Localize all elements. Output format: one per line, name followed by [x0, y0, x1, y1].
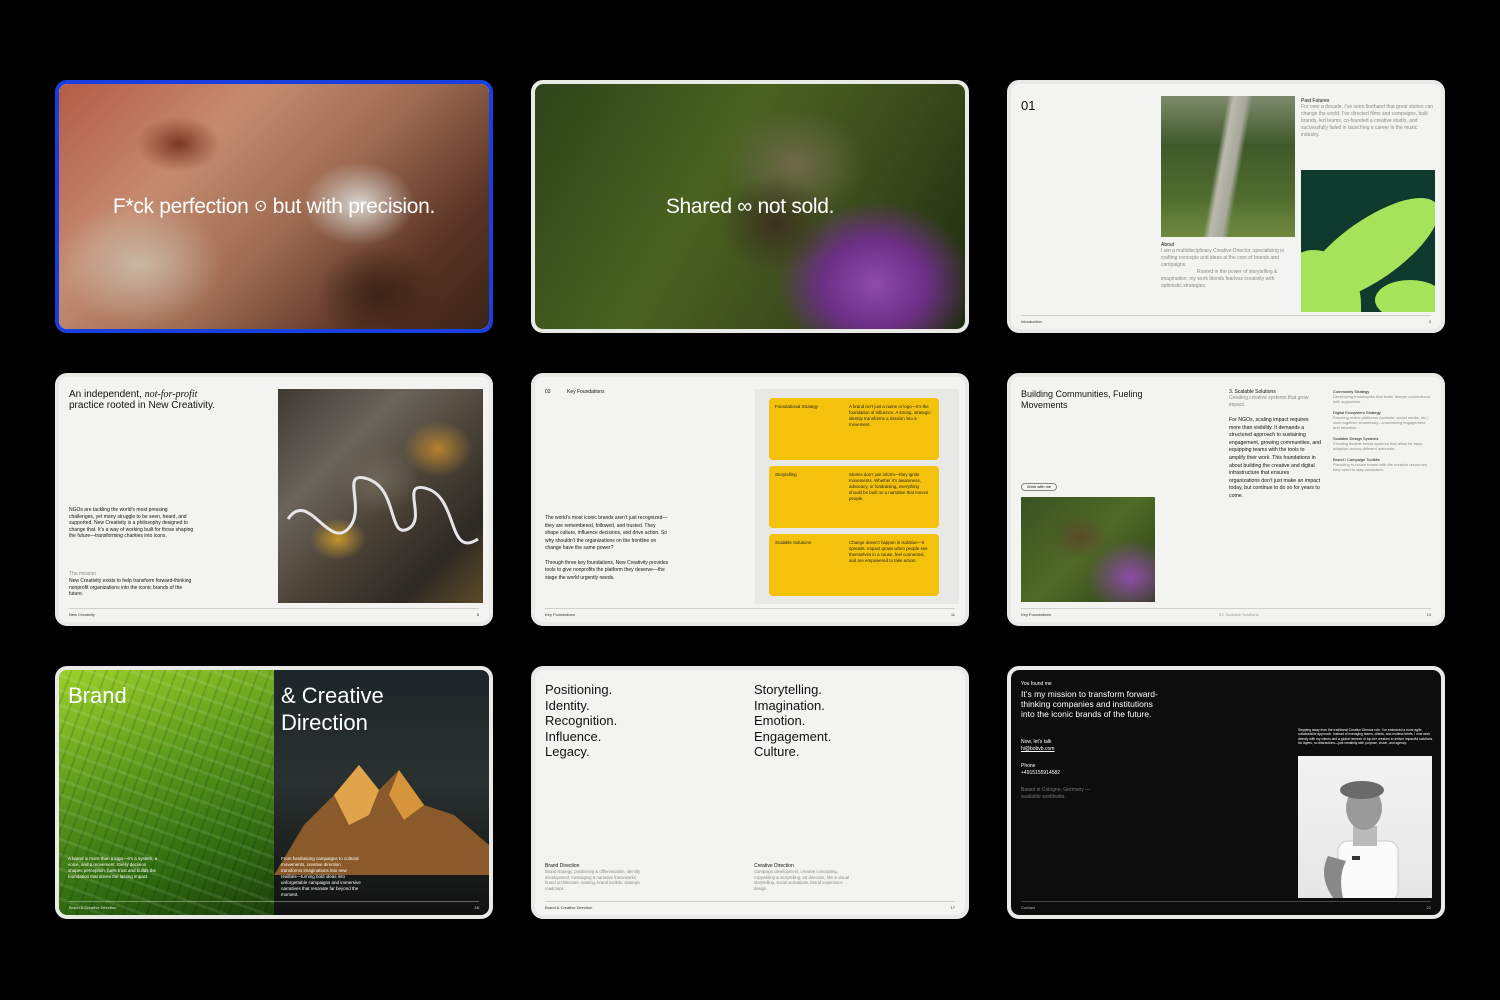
creative-direction-word: & Creative Direction [281, 683, 384, 735]
slide-thumbnail-6[interactable]: Building Communities, Fueling Movements … [1007, 373, 1445, 626]
brand-body: A brand is more than a logo—it’s a syste… [68, 856, 158, 879]
brand-direction-block: Brand Direction Brand strategy, position… [545, 863, 641, 891]
list-item: Community Strategy Developing frameworks … [1333, 389, 1430, 404]
brand-values-list: Positioning. Identity. Recognition. Infl… [545, 682, 618, 759]
foundation-card-strategy: Foundational Strategy A brand isn’t just… [769, 398, 939, 460]
foundation-card-storytelling: Storytelling Stories don’t just inform—t… [769, 466, 939, 528]
slide-thumbnail-7[interactable]: Brand & Creative Direction A brand is mo… [55, 666, 493, 919]
infinity-icon: ∞ [737, 194, 752, 218]
winding-road-aerial-photo [278, 389, 483, 603]
work-with-me-button[interactable]: Work with me [1021, 483, 1058, 491]
contact-email-block: Now, let’s talk hi@bobvb.com [1021, 739, 1055, 753]
slide-title: Key Foundations [567, 389, 605, 395]
slide-thumbnail-4[interactable]: An independent, not-for-profit practice … [55, 373, 493, 626]
slide-headline: F*ck perfection ⊙ but with precision. [112, 194, 436, 218]
slide-footer: Key Foundations 11 [545, 608, 955, 617]
slide-footer: Brand & Creative Direction 17 [545, 901, 955, 910]
slide-footer: New Creativity 8 [69, 608, 479, 617]
slide-footer: Brand & Creative Direction 16 [69, 901, 479, 910]
creative-values-list: Storytelling. Imagination. Emotion. Enga… [754, 682, 832, 759]
forest-road-photo [1161, 96, 1295, 237]
slide-thumbnail-2[interactable]: Shared ∞ not sold. [531, 80, 969, 333]
slide-footer: Key Foundations 03. Scalable Solutions 1… [1021, 608, 1431, 617]
section-number: 01 [1021, 98, 1036, 113]
slide-thumbnail-9[interactable]: You found me It’s my mission to transfor… [1007, 666, 1445, 919]
slide-body: NGOs are tackling the world’s most press… [69, 507, 194, 539]
list-item: Brand / Campaign Toolkits Providing in-ho… [1333, 457, 1427, 472]
portrait-photo [1298, 756, 1432, 898]
slide-thumbnail-3[interactable]: 01 Past Futures For over a decade, I’ve … [1007, 80, 1445, 333]
slide-headline: Shared ∞ not sold. [665, 194, 835, 218]
mission-headline: It’s my mission to transform forward-thi… [1021, 689, 1158, 719]
section-number: 03 [545, 389, 551, 395]
foundation-card-scalable: Scalable Solutions Change doesn’t happen… [769, 534, 939, 596]
slide-thumbnail-5[interactable]: 03 Key Foundations The world’s most icon… [531, 373, 969, 626]
email-link[interactable]: hi@bobvb.com [1021, 746, 1054, 753]
slide-title: Building Communities, Fueling Movements [1021, 389, 1143, 410]
bee-photo [1021, 497, 1155, 602]
capabilities-list: Community Strategy Developing frameworks … [1333, 389, 1431, 472]
creative-body: From fundraising campaigns to cultural m… [281, 856, 361, 897]
creative-direction-block: Creative Direction Campaign development,… [754, 863, 849, 891]
circle-dot-icon: ⊙ [254, 197, 268, 215]
phone-number[interactable]: +4915155914582 [1021, 770, 1060, 777]
slide-body: The world’s most iconic brands aren’t ju… [545, 515, 669, 581]
list-item: Digital Ecosystem Strategy Ensuring onlin… [1333, 410, 1429, 430]
list-item: Scalable Design Systems Creating flexible… [1333, 436, 1423, 451]
about-block: About I am a multidisciplinary Creative … [1161, 242, 1285, 289]
abstract-green-graphic [1301, 170, 1435, 312]
location-text: Based in Cologne, Germany —available wor… [1021, 787, 1091, 800]
slide-thumbnail-1[interactable]: F*ck perfection ⊙ but with precision. [55, 80, 493, 333]
slide-title: An independent, not-for-profit practice … [69, 389, 215, 411]
side-text: Stepping away from the traditional Creat… [1298, 728, 1434, 745]
contact-phone-block: Phone +4915155914582 [1021, 763, 1061, 777]
slide-footer: Introduction 3 [1021, 315, 1431, 324]
past-futures-block: Past Futures For over a decade, I’ve see… [1301, 98, 1434, 138]
eyebrow: You found me [1021, 681, 1052, 687]
brand-word: Brand [68, 683, 127, 708]
slide-thumbnail-8[interactable]: Positioning. Identity. Recognition. Infl… [531, 666, 969, 919]
section-block: 3. Scalable Solutions Creating creative … [1229, 389, 1321, 499]
slide-footer: Contact 22 [1021, 901, 1431, 910]
mission-block: The mission New Creativity exists to hel… [69, 571, 192, 597]
